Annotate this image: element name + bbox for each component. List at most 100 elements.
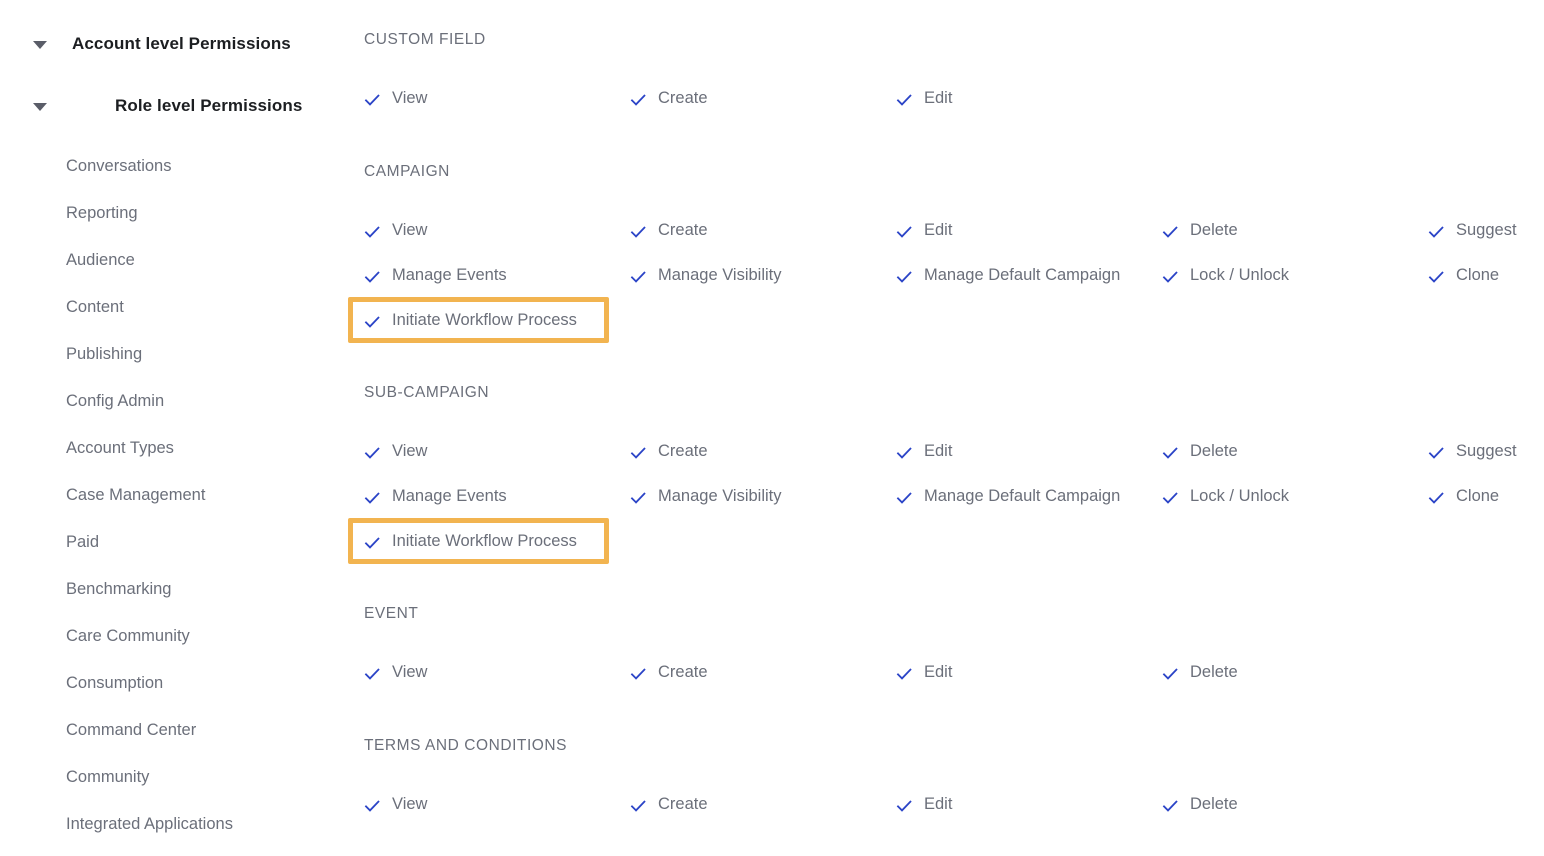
permission-grid: View Create Edit Delete Suggest Manage Events… [350,208,1544,343]
permission-item[interactable]: View [350,76,616,121]
permission-item[interactable]: Manage Events [350,474,616,519]
permission-label: Edit [924,442,953,460]
permission-section-terms-and-conditions: TERMS AND CONDITIONS View Create Edit Delete [350,737,1544,827]
permission-item[interactable]: Lock / Unlock [1148,253,1414,298]
section-title: TERMS AND CONDITIONS [364,737,568,754]
caret-down-icon[interactable] [33,37,47,51]
permission-item[interactable]: Edit [882,429,1148,474]
check-icon[interactable] [1428,490,1444,506]
permission-label: Manage Default Campaign [924,266,1121,284]
permission-item[interactable]: Manage Events [350,253,616,298]
check-icon[interactable] [896,490,912,506]
permission-label: Create [658,221,708,239]
permission-item[interactable]: Create [616,650,882,695]
check-icon[interactable] [896,269,912,285]
check-icon[interactable] [364,535,380,551]
permission-item[interactable]: Create [616,76,882,121]
check-icon[interactable] [1162,269,1178,285]
permission-item[interactable]: Delete [1148,208,1414,253]
check-icon[interactable] [1428,269,1444,285]
permission-item[interactable]: View [350,429,616,474]
check-icon[interactable] [1162,798,1178,814]
sidebar-item-benchmarking[interactable]: Benchmarking [0,566,350,613]
sidebar-item-integrated-applications[interactable]: Integrated Applications [0,801,350,848]
permission-item[interactable]: View [350,650,616,695]
permission-label: Delete [1190,221,1238,239]
check-icon[interactable] [1162,490,1178,506]
check-icon[interactable] [896,445,912,461]
permission-item[interactable]: Create [616,782,882,827]
sidebar-item-community[interactable]: Community [0,754,350,801]
sidebar-item-case-management[interactable]: Case Management [0,472,350,519]
permission-item[interactable]: Clone [1414,474,1544,519]
sidebar-item-care-community[interactable]: Care Community [0,613,350,660]
sidebar-item-paid[interactable]: Paid [0,519,350,566]
check-icon[interactable] [630,269,646,285]
permission-item[interactable]: Manage Visibility [616,474,882,519]
check-icon[interactable] [896,798,912,814]
check-icon[interactable] [364,269,380,285]
check-icon[interactable] [1428,224,1444,240]
check-icon[interactable] [630,666,646,682]
check-icon[interactable] [896,224,912,240]
permission-label: Edit [924,221,953,239]
permission-item[interactable]: View [350,782,616,827]
sidebar-item-command-center[interactable]: Command Center [0,707,350,754]
check-icon[interactable] [364,798,380,814]
permission-label: Delete [1190,663,1238,681]
sidebar-group-account-level-permissions[interactable]: Account level Permissions [0,29,350,59]
sidebar-item-conversations[interactable]: Conversations [0,143,350,190]
sidebar-item-account-types[interactable]: Account Types [0,425,350,472]
check-icon[interactable] [630,224,646,240]
permission-item[interactable]: Delete [1148,782,1414,827]
sidebar-item-list: Conversations Reporting Audience Content Pub… [0,143,350,848]
check-icon[interactable] [364,445,380,461]
sidebar-item-consumption[interactable]: Consumption [0,660,350,707]
permission-item[interactable]: Delete [1148,650,1414,695]
check-icon[interactable] [364,666,380,682]
check-icon[interactable] [630,92,646,108]
permission-label: Delete [1190,442,1238,460]
permission-item[interactable]: View [350,208,616,253]
permission-item[interactable]: Clone [1414,253,1544,298]
check-icon[interactable] [896,92,912,108]
check-icon[interactable] [364,490,380,506]
permission-label: View [392,221,428,239]
permission-item[interactable]: Edit [882,76,1148,121]
permission-item[interactable]: Initiate Workflow Process [350,298,616,343]
permission-item[interactable]: Create [616,208,882,253]
sidebar-item-content[interactable]: Content [0,284,350,331]
permission-section-sub-campaign: SUB-CAMPAIGN View Create Edit Delete Suggest M… [350,384,1544,564]
permission-item[interactable]: Edit [882,650,1148,695]
check-icon[interactable] [630,490,646,506]
check-icon[interactable] [1162,445,1178,461]
caret-down-icon[interactable] [33,99,47,113]
permission-item[interactable]: Manage Default Campaign [882,253,1148,298]
permission-item[interactable]: Initiate Workflow Process [350,519,616,564]
sidebar-item-audience[interactable]: Audience [0,237,350,284]
sidebar-item-config-admin[interactable]: Config Admin [0,378,350,425]
permission-label: Manage Default Campaign [924,487,1121,505]
check-icon[interactable] [1428,445,1444,461]
permission-item[interactable]: Edit [882,782,1148,827]
sidebar-item-publishing[interactable]: Publishing [0,331,350,378]
permission-label: View [392,663,428,681]
permission-item[interactable]: Create [616,429,882,474]
check-icon[interactable] [630,445,646,461]
permission-item[interactable]: Lock / Unlock [1148,474,1414,519]
check-icon[interactable] [364,224,380,240]
permission-item[interactable]: Suggest [1414,208,1544,253]
permission-item[interactable]: Suggest [1414,429,1544,474]
check-icon[interactable] [1162,666,1178,682]
sidebar-item-reporting[interactable]: Reporting [0,190,350,237]
permission-item[interactable]: Manage Default Campaign [882,474,1148,519]
check-icon[interactable] [1162,224,1178,240]
check-icon[interactable] [630,798,646,814]
permission-item[interactable]: Manage Visibility [616,253,882,298]
permission-item[interactable]: Delete [1148,429,1414,474]
permission-item[interactable]: Edit [882,208,1148,253]
check-icon[interactable] [364,92,380,108]
check-icon[interactable] [896,666,912,682]
sidebar-group-role-level-permissions[interactable]: Role level Permissions [0,91,350,121]
check-icon[interactable] [364,314,380,330]
